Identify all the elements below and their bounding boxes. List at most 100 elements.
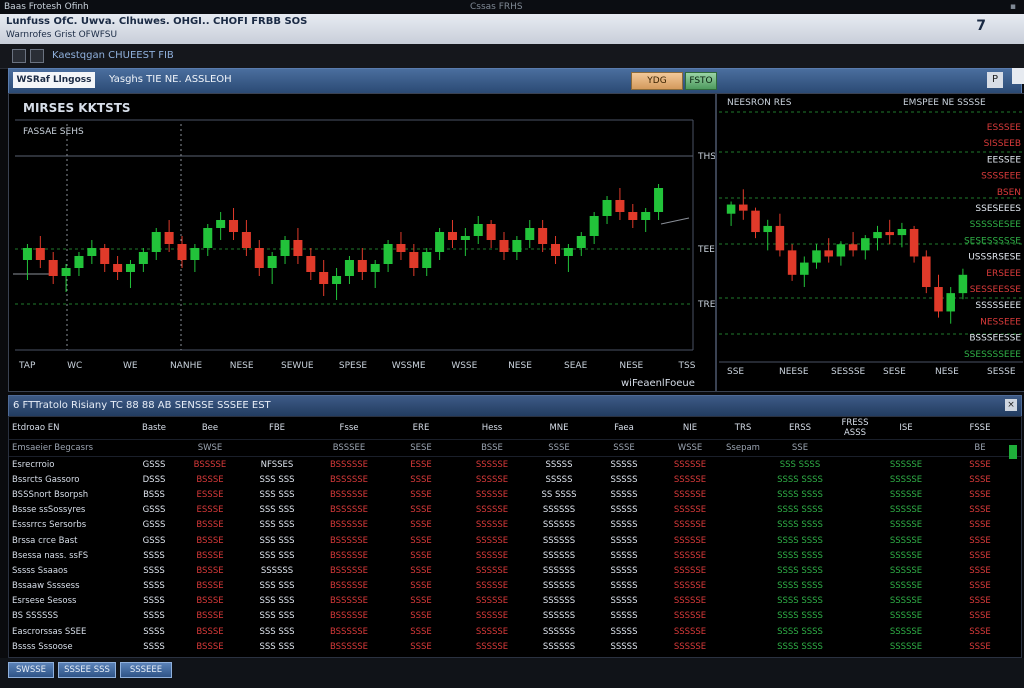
table-cell: SSSE	[969, 596, 991, 607]
column-header[interactable]: Bee	[179, 417, 241, 440]
indicator-button[interactable]: FSTO	[685, 72, 717, 90]
table-cell: SSSS	[143, 550, 165, 561]
column-header[interactable]: TRS	[723, 417, 763, 440]
timeframe-button[interactable]: YDG	[631, 72, 683, 90]
table-row[interactable]: Brssa crce Bast GSSS BSSSE SSS SSS BSSSSSE SS…	[9, 533, 1021, 548]
table-cell: SSSSS	[545, 474, 573, 485]
table-cell: Bssse ssSossyres	[12, 505, 86, 516]
table-row[interactable]: Bsessa nass. ssFS SSSS BSSSE SSS SSS BSSSSSE…	[9, 548, 1021, 563]
table-cell: SSSSSE	[673, 505, 707, 516]
table-cell	[837, 594, 873, 609]
table-cell	[837, 639, 873, 654]
table-cell: SSSSS	[610, 535, 638, 546]
column-subheader: WSSE	[657, 439, 723, 457]
window-title: Baas Frotesh Ofinh	[4, 2, 89, 12]
folder-icon[interactable]	[12, 49, 26, 63]
table-row[interactable]: Sssss Ssaaos SSSS BSSSE SSSSSS BSSSSSE SSSE SS…	[9, 563, 1021, 578]
table-cell: SSSSSE	[475, 489, 509, 500]
table-cell: SSSS	[143, 611, 165, 622]
candle	[87, 240, 97, 264]
table-row[interactable]: Bssrcts Gassoro DSSS BSSSE SSS SSS BSSSSSE SS…	[9, 472, 1021, 487]
table-cell: SSSSSE	[673, 565, 707, 576]
side-price-label: USSSRSESE	[968, 253, 1021, 263]
scroll-handle[interactable]	[1012, 68, 1024, 84]
column-header[interactable]: FRESS ASSS	[837, 417, 873, 440]
column-header[interactable]: Etdroao EN	[9, 417, 129, 440]
status-button-2[interactable]: SSSEE SSS	[58, 662, 116, 678]
table-cell: SSSSSS	[542, 520, 576, 531]
notification-count[interactable]: 7	[976, 18, 986, 34]
column-header[interactable]: ISE	[873, 417, 939, 440]
table-row[interactable]: Esrsese Sesoss SSSS BSSSE SSS SSS BSSSSSE SSS…	[9, 594, 1021, 609]
symbol-input[interactable]: WSRaf Llngoss	[13, 72, 95, 88]
candle	[113, 256, 123, 280]
table-row[interactable]: BS SSSSSS SSSS BSSSE SSS SSS BSSSSSE SSSE SSSS…	[9, 609, 1021, 624]
app-header-label: Kaestqgan CHUEEST FIB	[52, 50, 174, 61]
candle	[435, 228, 445, 260]
table-cell: SSSSS	[610, 626, 638, 637]
candle	[589, 212, 599, 244]
side-candle	[763, 219, 772, 251]
column-header[interactable]: FBE	[241, 417, 313, 440]
main-candlestick-chart[interactable]: MIRSES KKTSTS FASSAE SEHS wiFeaenlFoeue …	[9, 94, 715, 391]
menu-bar-title[interactable]: Lunfuss OfC. Uwva. Clhuwes. OHGI.. CHOFI…	[6, 16, 307, 27]
side-candle	[824, 238, 833, 263]
side-price-label: SESESSSSSE	[964, 236, 1021, 246]
column-header[interactable]: Hess	[457, 417, 527, 440]
table-cell: SSS SSSS	[779, 459, 821, 470]
table-cell: BSSSnort Bsorpsh	[12, 489, 89, 500]
table-cell: BSSSSSE	[329, 626, 369, 637]
table-cell: SSSE	[410, 535, 432, 546]
column-subheader	[241, 439, 313, 457]
table-cell: SSSE	[969, 520, 991, 531]
table-cell: SSSS SSSS	[777, 474, 823, 485]
table-cell: SSSS SSSS	[777, 641, 823, 652]
window-control-icon[interactable]: ▪	[1010, 0, 1016, 14]
toolbar-label: Yasghs TIE NE. ASSLEOH	[109, 74, 232, 85]
side-price-label: EESSEE	[987, 155, 1021, 165]
pin-button[interactable]: P	[987, 72, 1003, 88]
table-row[interactable]: Esssrrcs Sersorbs GSSS BSSSE SSS SSS BSSSSSE…	[9, 518, 1021, 533]
table-cell: SSSSSE	[889, 596, 923, 607]
close-icon[interactable]: ×	[1005, 399, 1017, 411]
table-cell: SSSE	[410, 565, 432, 576]
table-cell: SSSS	[143, 581, 165, 592]
candle	[602, 196, 612, 224]
column-header[interactable]: MNE	[527, 417, 591, 440]
table-cell: SSSSSS	[542, 611, 576, 622]
table-row[interactable]: Bssse ssSossyres GSSS ESSSE SSS SSS BSSSSSE S…	[9, 503, 1021, 518]
x-axis-label: NANHE	[170, 361, 202, 371]
table-cell: SSSSS	[545, 459, 573, 470]
table-row[interactable]: BSSSnort Bsorpsh BSSS ESSSE SSS SSS BSSSSSE S…	[9, 487, 1021, 502]
column-subheader: SWSE	[179, 439, 241, 457]
column-header[interactable]: ERSS	[763, 417, 837, 440]
status-button-1[interactable]: SWSSE	[8, 662, 54, 678]
candle	[280, 236, 290, 264]
table-cell: SSSSSS	[542, 505, 576, 516]
table-cell: SSSSS	[610, 581, 638, 592]
column-header[interactable]: FSSE	[939, 417, 1021, 440]
column-header[interactable]: Faea	[591, 417, 657, 440]
side-candlestick-chart[interactable]: NEESRON RES EMSPEE NE SSSSE ESSSEE SISSEE…	[717, 94, 1024, 391]
table-cell: BSSSE	[196, 641, 224, 652]
scrollbar-thumb[interactable]	[1009, 445, 1017, 459]
column-header[interactable]: ERE	[385, 417, 457, 440]
save-icon[interactable]	[30, 49, 44, 63]
column-header[interactable]: Baste	[129, 417, 179, 440]
table-cell	[837, 457, 873, 473]
table-cell	[837, 472, 873, 487]
side-x-axis-label: SSE	[727, 367, 744, 377]
column-subheader: SSSE	[591, 439, 657, 457]
table-row[interactable]: Esrecrroio GSSS BSSSSE NFSSES BSSSSSE ESSE SSS…	[9, 457, 1021, 473]
side-price-label: SSSSEEE	[981, 172, 1021, 182]
status-button-3[interactable]: SSSEEE	[120, 662, 172, 678]
column-header[interactable]: NIE	[657, 417, 723, 440]
table-cell: ESSE	[410, 459, 432, 470]
table-row[interactable]: Bssss Sssoose SSSS BSSSE SSS SSS BSSSSSE SSSE…	[9, 639, 1021, 654]
table-row[interactable]: Eascrorssas SSEE SSSS BSSSE SSS SSS BSSSSSE S…	[9, 624, 1021, 639]
table-cell: SSSSS	[610, 641, 638, 652]
candle	[61, 264, 71, 292]
table-row[interactable]: Bssaaw Ssssess SSSS BSSSE SSS SSS BSSSSSE SSS…	[9, 579, 1021, 594]
column-header[interactable]: Fsse	[313, 417, 385, 440]
table-cell: SSSE	[410, 520, 432, 531]
